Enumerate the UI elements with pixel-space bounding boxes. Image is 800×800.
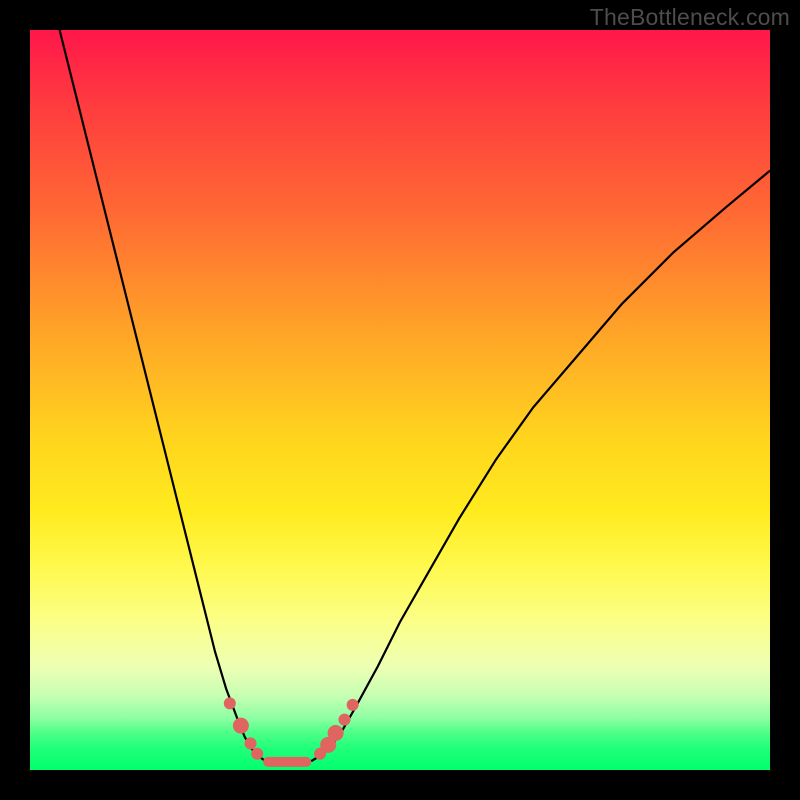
right-curve bbox=[311, 171, 770, 762]
marker-dot bbox=[245, 737, 257, 749]
outer-frame: TheBottleneck.com bbox=[0, 0, 800, 800]
flat-bottom-segment bbox=[263, 757, 311, 767]
marker-dot bbox=[339, 714, 351, 726]
marker-dot bbox=[347, 699, 359, 711]
curve-overlay bbox=[30, 30, 770, 770]
marker-dot bbox=[233, 718, 249, 734]
marker-dot bbox=[251, 748, 263, 760]
marker-dot bbox=[328, 725, 344, 741]
marker-dot bbox=[224, 697, 236, 709]
left-curve bbox=[60, 30, 266, 761]
curve-markers bbox=[224, 697, 359, 759]
watermark-text: TheBottleneck.com bbox=[590, 4, 790, 31]
